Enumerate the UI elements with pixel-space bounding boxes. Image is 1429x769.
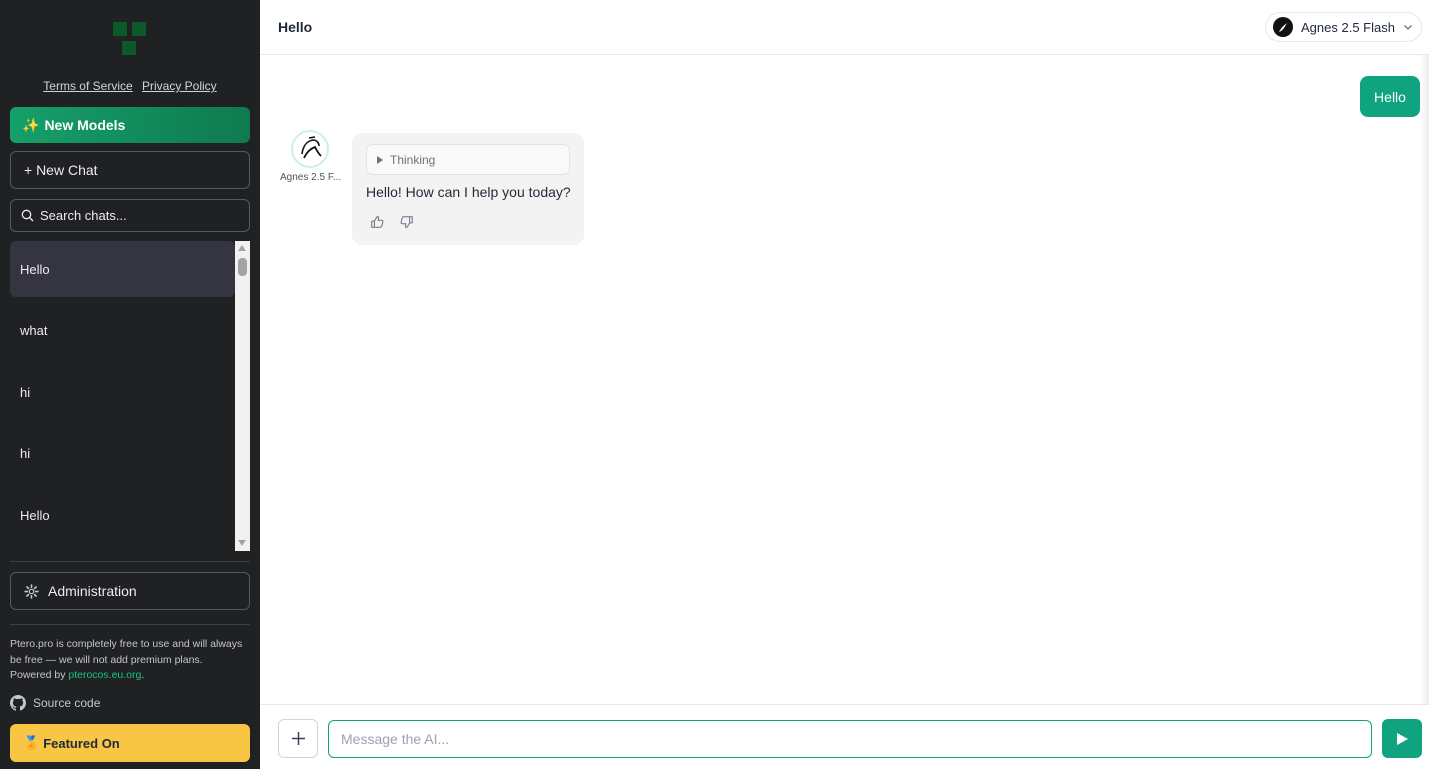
sparkles-icon: ✨: [22, 116, 40, 133]
search-box: [10, 199, 250, 232]
scroll-up-arrow-icon[interactable]: [238, 245, 246, 251]
terms-link[interactable]: Terms of Service: [43, 79, 132, 93]
search-icon: [21, 209, 34, 222]
app-logo: [113, 22, 147, 56]
chat-item-title: hi: [20, 384, 31, 400]
search-input[interactable]: [40, 208, 240, 223]
chat-item-title: hi: [20, 446, 31, 461]
administration-label: Administration: [48, 583, 137, 599]
send-arrow-icon: [1397, 732, 1408, 745]
bot-name: Agnes 2.5 F...: [280, 172, 342, 183]
new-models-label: New Models: [44, 117, 126, 133]
new-models-button[interactable]: ✨ New Models: [10, 107, 250, 143]
chat-item[interactable]: hi: [10, 364, 235, 420]
medal-icon: 🏅: [23, 735, 40, 750]
chat-list: Hello what hi hi Hello: [10, 241, 235, 551]
bot-avatar: [291, 130, 329, 168]
bot-message-text: Hello! How can I help you today?: [366, 184, 571, 200]
chat-list-scrollbar[interactable]: [235, 241, 250, 551]
divider: [10, 624, 250, 625]
footer-note: Ptero.pro is completely free to use and …: [10, 637, 254, 684]
model-avatar: [1273, 17, 1293, 37]
powered-by-link[interactable]: pterocos.eu.org: [68, 669, 141, 681]
source-code-link[interactable]: Source code: [10, 695, 100, 711]
gear-icon: [24, 583, 39, 599]
chat-item-title: Hello: [20, 261, 50, 277]
thumbs-down-icon[interactable]: [400, 215, 414, 229]
composer-divider: [260, 704, 1429, 705]
featured-on-button[interactable]: 🏅 Featured On: [10, 724, 250, 762]
bird-logo-icon: [301, 136, 322, 159]
right-edge-shadow: [1420, 55, 1429, 705]
message-input[interactable]: [328, 720, 1372, 758]
chat-item[interactable]: hi: [10, 426, 235, 482]
thinking-toggle[interactable]: Thinking: [366, 144, 570, 175]
model-selector[interactable]: Agnes 2.5 Flash: [1265, 12, 1422, 42]
privacy-link[interactable]: Privacy Policy: [142, 79, 217, 93]
chat-item-title: what: [20, 323, 48, 338]
administration-button[interactable]: Administration: [10, 572, 250, 610]
source-code-label: Source code: [33, 696, 101, 710]
powered-by-label: Powered by: [10, 669, 66, 681]
user-message: Hello: [1360, 76, 1420, 117]
scroll-down-arrow-icon[interactable]: [238, 540, 246, 546]
featured-label: Featured On: [43, 735, 120, 751]
chat-item[interactable]: Hello: [10, 241, 235, 297]
powered-suffix: .: [141, 669, 145, 681]
thumbs-up-icon[interactable]: [370, 215, 384, 229]
chat-item-title: Hello: [20, 507, 50, 523]
legal-links: Terms of Service Privacy Policy: [0, 79, 260, 93]
chat-header: Hello Agnes 2.5 Flash: [260, 0, 1429, 55]
free-notice: Ptero.pro is completely free to use and …: [10, 638, 243, 666]
chat-item[interactable]: Hello: [10, 487, 235, 543]
expand-triangle-icon: [377, 155, 383, 164]
divider: [10, 561, 250, 562]
scrollbar-thumb[interactable]: [238, 258, 247, 276]
bot-message: Thinking Hello! How can I help you today…: [352, 133, 584, 245]
model-logo-icon: [1279, 23, 1287, 32]
github-icon: [10, 695, 26, 711]
plus-icon: [291, 732, 305, 745]
model-name: Agnes 2.5 Flash: [1301, 19, 1395, 35]
send-button[interactable]: [1382, 719, 1422, 758]
chevron-down-icon: [1403, 25, 1412, 30]
chat-title: Hello: [278, 19, 313, 35]
new-chat-button[interactable]: + New Chat: [10, 151, 250, 189]
attach-button[interactable]: [278, 719, 318, 758]
chat-item[interactable]: what: [10, 303, 235, 359]
thinking-label: Thinking: [390, 152, 436, 167]
sidebar: Terms of Service Privacy Policy ✨ New Mo…: [0, 0, 260, 769]
